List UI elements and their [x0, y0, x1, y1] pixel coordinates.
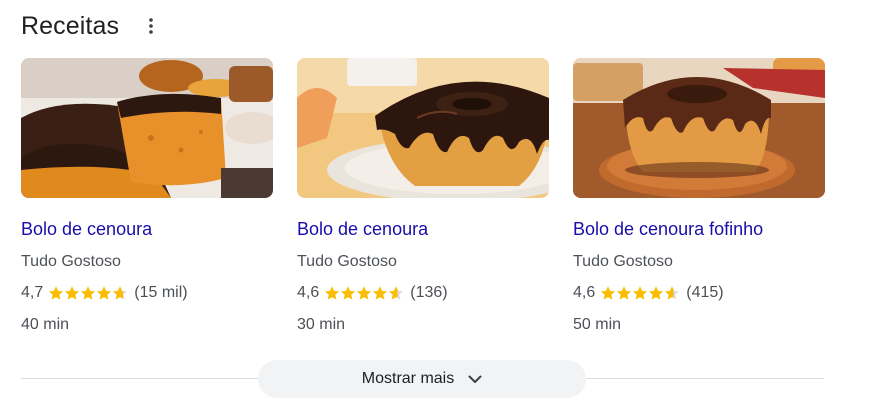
recipe-card[interactable]: Bolo de cenoura Tudo Gostoso 4,7 (15 mil… — [21, 58, 273, 335]
recipe-title-link[interactable]: Bolo de cenoura — [21, 218, 273, 240]
star-icon — [113, 286, 128, 300]
rating-value: 4,7 — [21, 284, 44, 301]
recipe-rating: 4,6 (415) — [573, 283, 825, 303]
star-icon — [389, 286, 404, 300]
star-icon — [617, 286, 632, 300]
review-count: (136) — [410, 284, 448, 301]
star-rating — [48, 285, 128, 301]
section-title: Receitas — [21, 11, 120, 40]
star-icon — [649, 286, 664, 300]
recipes-header: Receitas — [21, 9, 163, 43]
star-icon — [357, 286, 372, 300]
star-rating — [600, 285, 680, 301]
star-icon — [601, 286, 616, 300]
star-icon — [65, 286, 80, 300]
star-icon — [49, 286, 64, 300]
recipe-source: Tudo Gostoso — [297, 253, 397, 270]
star-icon — [341, 286, 356, 300]
review-count: (415) — [686, 284, 724, 301]
star-icon — [81, 286, 96, 300]
star-icon — [325, 286, 340, 300]
show-more-label: Mostrar mais — [361, 370, 455, 387]
recipe-card[interactable]: Bolo de cenoura Tudo Gostoso 4,6 (136) 3… — [297, 58, 549, 335]
recipe-thumbnail[interactable] — [21, 58, 273, 198]
recipe-rating: 4,7 (15 mil) — [21, 283, 273, 303]
rating-value: 4,6 — [573, 284, 596, 301]
review-count: (15 mil) — [134, 284, 188, 301]
recipe-source: Tudo Gostoso — [21, 253, 121, 270]
recipe-thumbnail[interactable] — [573, 58, 825, 198]
recipe-thumbnail[interactable] — [297, 58, 549, 198]
recipe-title-link[interactable]: Bolo de cenoura fofinho — [573, 218, 825, 240]
star-icon — [373, 286, 388, 300]
star-rating — [324, 285, 404, 301]
rating-value: 4,6 — [297, 284, 320, 301]
chevron-down-icon — [468, 375, 482, 384]
show-more-button[interactable]: Mostrar mais — [258, 360, 586, 398]
recipe-time: 50 min — [573, 316, 622, 333]
recipe-card[interactable]: Bolo de cenoura fofinho Tudo Gostoso 4,6… — [573, 58, 825, 335]
more-vert-icon — [149, 18, 153, 34]
recipe-carousel: Bolo de cenoura Tudo Gostoso 4,7 (15 mil… — [21, 58, 825, 335]
star-icon — [97, 286, 112, 300]
star-icon — [665, 286, 680, 300]
star-icon — [633, 286, 648, 300]
recipe-title-link[interactable]: Bolo de cenoura — [297, 218, 549, 240]
recipe-time: 40 min — [21, 316, 70, 333]
recipe-time: 30 min — [297, 316, 346, 333]
recipe-source: Tudo Gostoso — [573, 253, 673, 270]
recipe-rating: 4,6 (136) — [297, 283, 549, 303]
more-options-button[interactable] — [139, 11, 163, 41]
